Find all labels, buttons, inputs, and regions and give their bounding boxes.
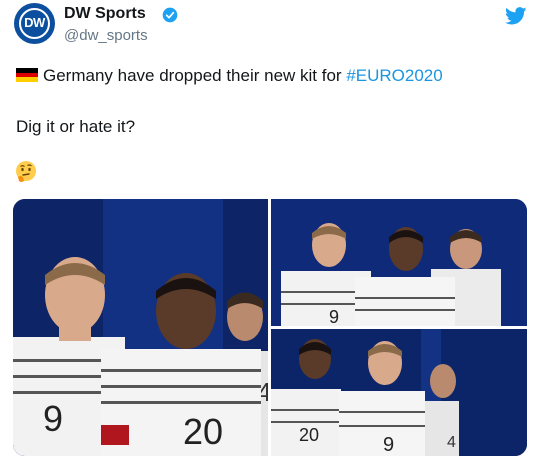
kit-photo-large[interactable]: 4 9 20 <box>13 199 268 456</box>
user-handle[interactable]: @dw_sports <box>64 27 148 44</box>
display-name[interactable]: DW Sports <box>64 5 146 23</box>
tweet-text-line-2: Dig it or hate it? <box>16 117 136 136</box>
kit-photo-bottom-right-image: 4 20 9 <box>271 329 527 456</box>
kit-photo-bottom-right[interactable]: 4 20 9 <box>271 329 527 456</box>
jersey-number: 9 <box>43 398 63 439</box>
jersey-number: 9 <box>329 307 339 326</box>
avatar[interactable]: DW <box>14 3 55 44</box>
twitter-bird-icon[interactable] <box>505 7 527 25</box>
thinking-face-icon <box>16 161 36 182</box>
germany-flag-icon <box>16 68 38 82</box>
tweet-text-line-1: Germany have dropped their new kit for #… <box>16 66 443 86</box>
kit-photo-large-image: 4 9 20 <box>13 199 268 456</box>
hashtag-link[interactable]: #EURO2020 <box>346 66 442 85</box>
jersey-number: 20 <box>183 411 223 452</box>
jersey-number: 20 <box>299 425 319 445</box>
avatar-logo-text: DW <box>24 15 45 30</box>
tweet-media-grid[interactable]: 4 9 20 9 4 20 9 <box>13 199 527 456</box>
kit-photo-top-right-image: 9 <box>271 199 527 326</box>
jersey-number: 4 <box>447 434 456 451</box>
jersey-number: 9 <box>383 434 394 456</box>
verified-badge-icon <box>162 7 178 23</box>
tweet-text: Germany have dropped their new kit for <box>43 66 347 85</box>
kit-photo-top-right[interactable]: 9 <box>271 199 527 326</box>
